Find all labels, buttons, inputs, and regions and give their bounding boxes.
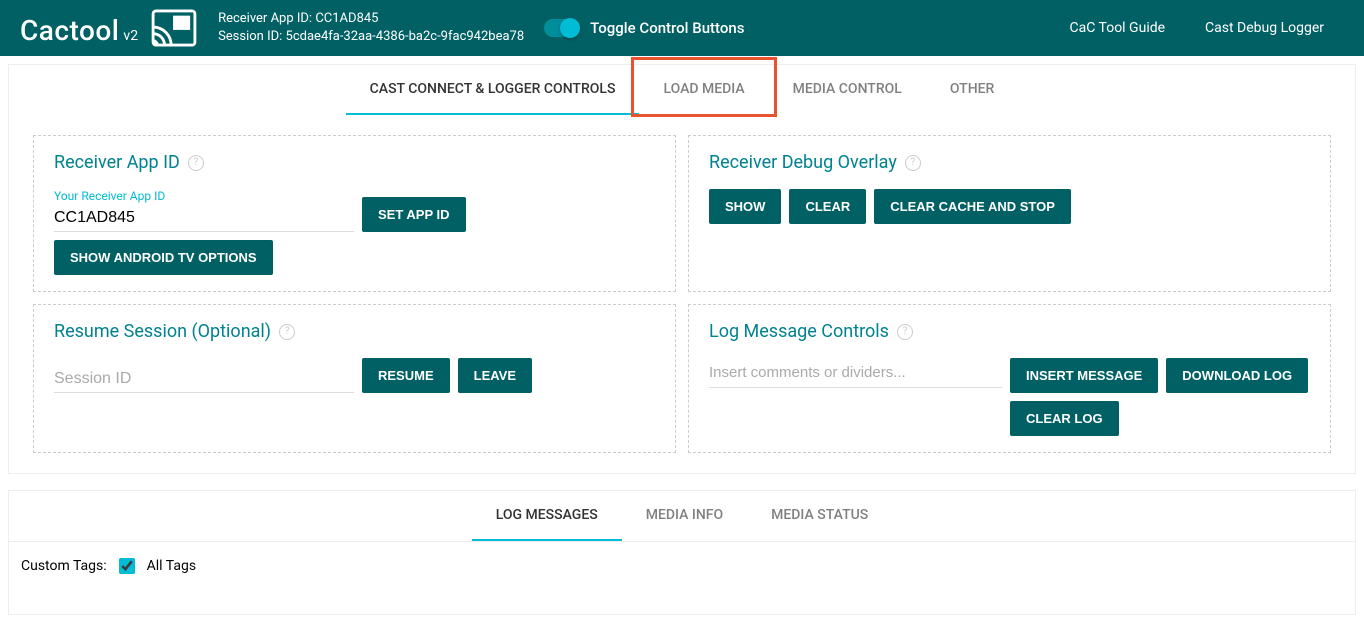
receiver-app-id-input-group: Your Receiver App ID xyxy=(54,189,354,232)
tab-load-media-label: LOAD MEDIA xyxy=(663,81,744,97)
receiver-app-id-label: Receiver App ID: xyxy=(218,11,312,26)
header-links: CaC Tool Guide Cast Debug Logger xyxy=(1070,20,1325,36)
resume-button[interactable]: RESUME xyxy=(362,358,450,393)
link-cast-debug-logger[interactable]: Cast Debug Logger xyxy=(1205,20,1324,36)
clear-cache-stop-button[interactable]: CLEAR CACHE AND STOP xyxy=(874,189,1071,224)
bottom-tabs: LOG MESSAGES MEDIA INFO MEDIA STATUS xyxy=(9,491,1355,542)
panels-grid: Receiver App ID ? Your Receiver App ID S… xyxy=(8,115,1356,474)
toggle-control-buttons[interactable] xyxy=(544,19,578,37)
custom-tags-row: Custom Tags: All Tags xyxy=(9,542,1355,614)
set-app-id-button[interactable]: SET APP ID xyxy=(362,197,466,232)
tab-cast-connect[interactable]: CAST CONNECT & LOGGER CONTROLS xyxy=(346,65,640,115)
custom-tags-label: Custom Tags: xyxy=(21,558,107,574)
clear-log-button[interactable]: CLEAR LOG xyxy=(1010,401,1119,436)
panel-resume-session: Resume Session (Optional) ? RESUME LEAVE xyxy=(33,304,676,453)
help-icon[interactable]: ? xyxy=(897,324,913,340)
all-tags-checkbox[interactable] xyxy=(119,558,135,574)
tab-media-info[interactable]: MEDIA INFO xyxy=(622,491,747,541)
app-header: Cactool v2 Receiver App ID: CC1AD845 Ses… xyxy=(0,0,1364,56)
help-icon[interactable]: ? xyxy=(279,324,295,340)
panel-title: Log Message Controls xyxy=(709,321,889,342)
panel-receiver-app-id: Receiver App ID ? Your Receiver App ID S… xyxy=(33,135,676,292)
brand-version: v2 xyxy=(123,28,138,44)
log-comment-input[interactable] xyxy=(709,358,1002,388)
panel-title: Receiver App ID xyxy=(54,152,180,173)
tab-media-control[interactable]: MEDIA CONTROL xyxy=(769,65,926,115)
session-id-label: Session ID: xyxy=(218,29,282,44)
panel-title: Resume Session (Optional) xyxy=(54,321,271,342)
help-icon[interactable]: ? xyxy=(188,155,204,171)
link-cac-guide[interactable]: CaC Tool Guide xyxy=(1070,20,1166,36)
tab-load-media[interactable]: LOAD MEDIA xyxy=(639,65,768,115)
session-id-value: 5cdae4fa-32aa-4386-ba2c-9fac942bea78 xyxy=(286,29,525,44)
panel-receiver-debug-overlay: Receiver Debug Overlay ? SHOW CLEAR CLEA… xyxy=(688,135,1331,292)
bottom-section: LOG MESSAGES MEDIA INFO MEDIA STATUS Cus… xyxy=(8,490,1356,615)
leave-button[interactable]: LEAVE xyxy=(458,358,532,393)
insert-message-button[interactable]: INSERT MESSAGE xyxy=(1010,358,1158,393)
cast-icon[interactable] xyxy=(150,9,198,47)
receiver-app-id-input[interactable] xyxy=(54,205,354,232)
all-tags-label: All Tags xyxy=(147,558,196,574)
show-android-tv-options-button[interactable]: SHOW ANDROID TV OPTIONS xyxy=(54,240,273,275)
tab-other[interactable]: OTHER xyxy=(926,65,1019,115)
header-info: Receiver App ID: CC1AD845 Session ID: 5c… xyxy=(218,10,524,46)
panel-log-message-controls: Log Message Controls ? INSERT MESSAGE DO… xyxy=(688,304,1331,453)
tab-log-messages[interactable]: LOG MESSAGES xyxy=(472,491,622,541)
show-overlay-button[interactable]: SHOW xyxy=(709,189,781,224)
tab-media-status[interactable]: MEDIA STATUS xyxy=(747,491,892,541)
main-tabs: CAST CONNECT & LOGGER CONTROLS LOAD MEDI… xyxy=(8,64,1356,115)
download-log-button[interactable]: DOWNLOAD LOG xyxy=(1166,358,1308,393)
input-label: Your Receiver App ID xyxy=(54,189,354,203)
session-id-input-group xyxy=(54,366,354,393)
help-icon[interactable]: ? xyxy=(905,155,921,171)
brand: Cactool v2 xyxy=(20,9,198,47)
session-id-input[interactable] xyxy=(54,366,354,393)
toggle-label: Toggle Control Buttons xyxy=(590,19,744,37)
brand-name: Cactool xyxy=(20,14,119,47)
panel-title: Receiver Debug Overlay xyxy=(709,152,897,173)
clear-overlay-button[interactable]: CLEAR xyxy=(789,189,866,224)
receiver-app-id-value: CC1AD845 xyxy=(315,11,378,26)
toggle-control-group: Toggle Control Buttons xyxy=(544,19,744,37)
